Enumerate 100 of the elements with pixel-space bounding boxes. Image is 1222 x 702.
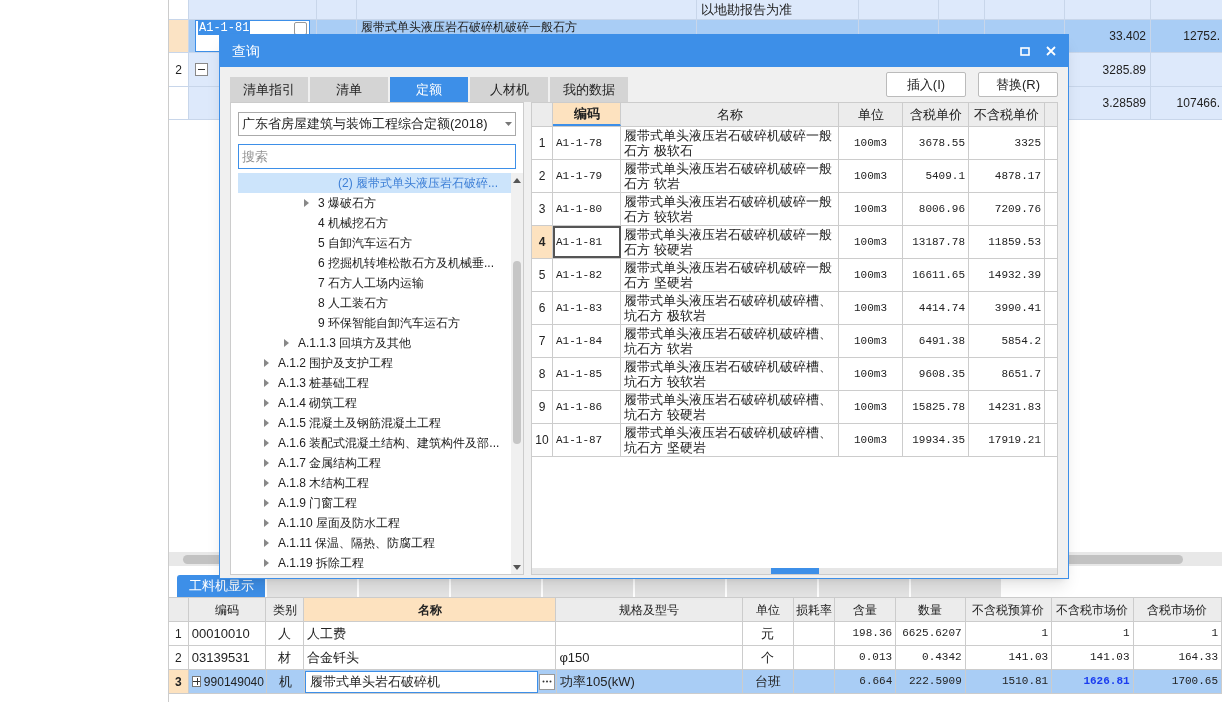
tree-item[interactable]: 3 爆破石方 [238,193,511,213]
tree-item[interactable]: A.1.7 金属结构工程 [238,453,511,473]
expand-arrow-icon[interactable] [264,399,270,407]
table-cell: 13187.78 [903,226,969,258]
column-header[interactable]: 不含税单价 [969,103,1045,126]
tab[interactable] [543,577,633,597]
tree-item[interactable]: A.1.6 装配式混凝土结构、建筑构件及部... [238,433,511,453]
tree-item[interactable]: 4 机械挖石方 [238,213,511,233]
column-header[interactable]: 不含税市场价 [1052,598,1134,621]
column-header[interactable]: 名称 [621,103,839,126]
column-header[interactable]: 不含税预算价 [965,598,1053,621]
row-header[interactable]: 2 [169,53,189,86]
table-cell: 履带式单头液压岩石破碎机破碎一般石方 软岩 [621,160,839,192]
library-dropdown[interactable]: 广东省房屋建筑与装饰工程综合定额(2018) [238,112,516,136]
maximize-icon[interactable] [1020,46,1030,56]
tree-item[interactable]: A.1.9 门窗工程 [238,493,511,513]
row-header[interactable]: 7 [532,325,553,357]
row-header[interactable]: 2 [169,646,189,669]
expand-arrow-icon[interactable] [264,539,270,547]
column-header[interactable]: 含税市场价 [1133,598,1222,621]
tab[interactable]: 人材机 [470,77,548,102]
column-header[interactable]: 含量 [834,598,897,621]
row-header[interactable]: 10 [532,424,553,456]
tab[interactable] [267,577,357,597]
expand-arrow-icon[interactable] [264,499,270,507]
tab[interactable] [819,577,909,597]
column-header[interactable]: 规格及型号 [556,598,744,621]
row-header[interactable]: 6 [532,292,553,324]
close-icon[interactable] [1046,46,1056,56]
tab[interactable] [359,577,449,597]
tab[interactable]: 我的数据 [550,77,628,102]
name-input-field[interactable]: 履带式单头岩石破碎机 [304,670,538,693]
tree-item[interactable]: 7 石方人工场内运输 [238,273,511,293]
table-cell: 1 [1133,622,1222,645]
table-cell: 4878.17 [969,160,1045,192]
row-header[interactable]: 2 [532,160,553,192]
column-header[interactable]: 损耗率 [793,598,835,621]
dialog-button[interactable]: 插入(I) [886,72,966,97]
search-field[interactable]: 搜索 [238,144,516,169]
tree-item[interactable]: 9 环保智能自卸汽车运石方 [238,313,511,333]
tab[interactable] [635,577,725,597]
tree-item[interactable]: A.1.19 拆除工程 [238,553,511,573]
column-header[interactable]: 名称 [304,598,557,621]
table-cell: 0.013 [834,646,897,669]
expand-toggle[interactable] [191,676,201,687]
expand-arrow-icon[interactable] [264,439,270,447]
table-cell: 3678.55 [903,127,969,159]
expand-arrow-icon[interactable] [264,519,270,527]
tab[interactable] [727,577,817,597]
table-cell: 100m3 [839,424,903,456]
expand-arrow-icon[interactable] [264,379,270,387]
row-header[interactable]: 1 [532,127,553,159]
tree-item[interactable]: A.1.3 桩基础工程 [238,373,511,393]
table-cell: 5854.2 [969,325,1045,357]
table-cell: φ150 [556,646,744,669]
more-button[interactable] [538,673,555,690]
expand-arrow-icon[interactable] [264,359,270,367]
expand-arrow-icon[interactable] [264,559,270,567]
expand-arrow-icon[interactable] [264,479,270,487]
row-header[interactable]: 8 [532,358,553,390]
tab[interactable]: 清单指引 [230,77,308,102]
row-header[interactable]: 3 [532,193,553,225]
tree-item[interactable]: A.1.10 屋面及防水工程 [238,513,511,533]
tree-item[interactable]: A.1.2 围护及支护工程 [238,353,511,373]
table-cell: 4414.74 [903,292,969,324]
column-header[interactable]: 数量 [896,598,966,621]
column-header[interactable]: 编码 [188,598,267,621]
expand-arrow-icon[interactable] [284,339,290,347]
tree-item[interactable]: A.1.4 砌筑工程 [238,393,511,413]
scroll-up-icon[interactable] [513,178,521,183]
tab[interactable] [911,577,1001,597]
column-header[interactable]: 单位 [839,103,903,126]
expand-arrow-icon[interactable] [264,419,270,427]
tab[interactable]: 清单 [310,77,388,102]
column-header[interactable]: 编码 [553,103,621,126]
splitter-handle[interactable] [770,568,819,574]
table-cell: 履带式单头液压岩石破碎机破碎一般石方 极软石 [621,127,839,159]
expand-arrow-icon[interactable] [304,199,310,207]
table-cell: A1-1-78 [553,127,621,159]
table-cell: 履带式单头液压岩石破碎机破碎槽、坑石方 坚硬岩 [621,424,839,456]
row-header[interactable]: 1 [169,622,189,645]
tree-item[interactable]: 8 人工装石方 [238,293,511,313]
row-header[interactable]: 9 [532,391,553,423]
tree-item[interactable]: A.1.8 木结构工程 [238,473,511,493]
tree-item[interactable]: A.1.5 混凝土及钢筋混凝土工程 [238,413,511,433]
tree-item[interactable]: 6 挖掘机转堆松散石方及机械垂... [238,253,511,273]
tree-item[interactable]: A.1.1.3 回填方及其他 [238,333,511,353]
tab[interactable] [451,577,541,597]
tree-item[interactable]: 5 自卸汽车运石方 [238,233,511,253]
row-header[interactable]: 5 [532,259,553,291]
tree-item[interactable]: A.1.11 保温、隔热、防腐工程 [238,533,511,553]
column-header[interactable]: 单位 [743,598,794,621]
row-header[interactable]: 3 [169,670,189,693]
table-cell: 0.4342 [896,646,966,669]
column-header[interactable]: 含税单价 [903,103,969,126]
expand-arrow-icon[interactable] [264,459,270,467]
scrollbar-thumb[interactable] [513,261,521,444]
dialog-button[interactable]: 替换(R) [978,72,1058,97]
row-header[interactable]: 4 [532,226,553,258]
collapse-toggle[interactable] [195,63,208,76]
